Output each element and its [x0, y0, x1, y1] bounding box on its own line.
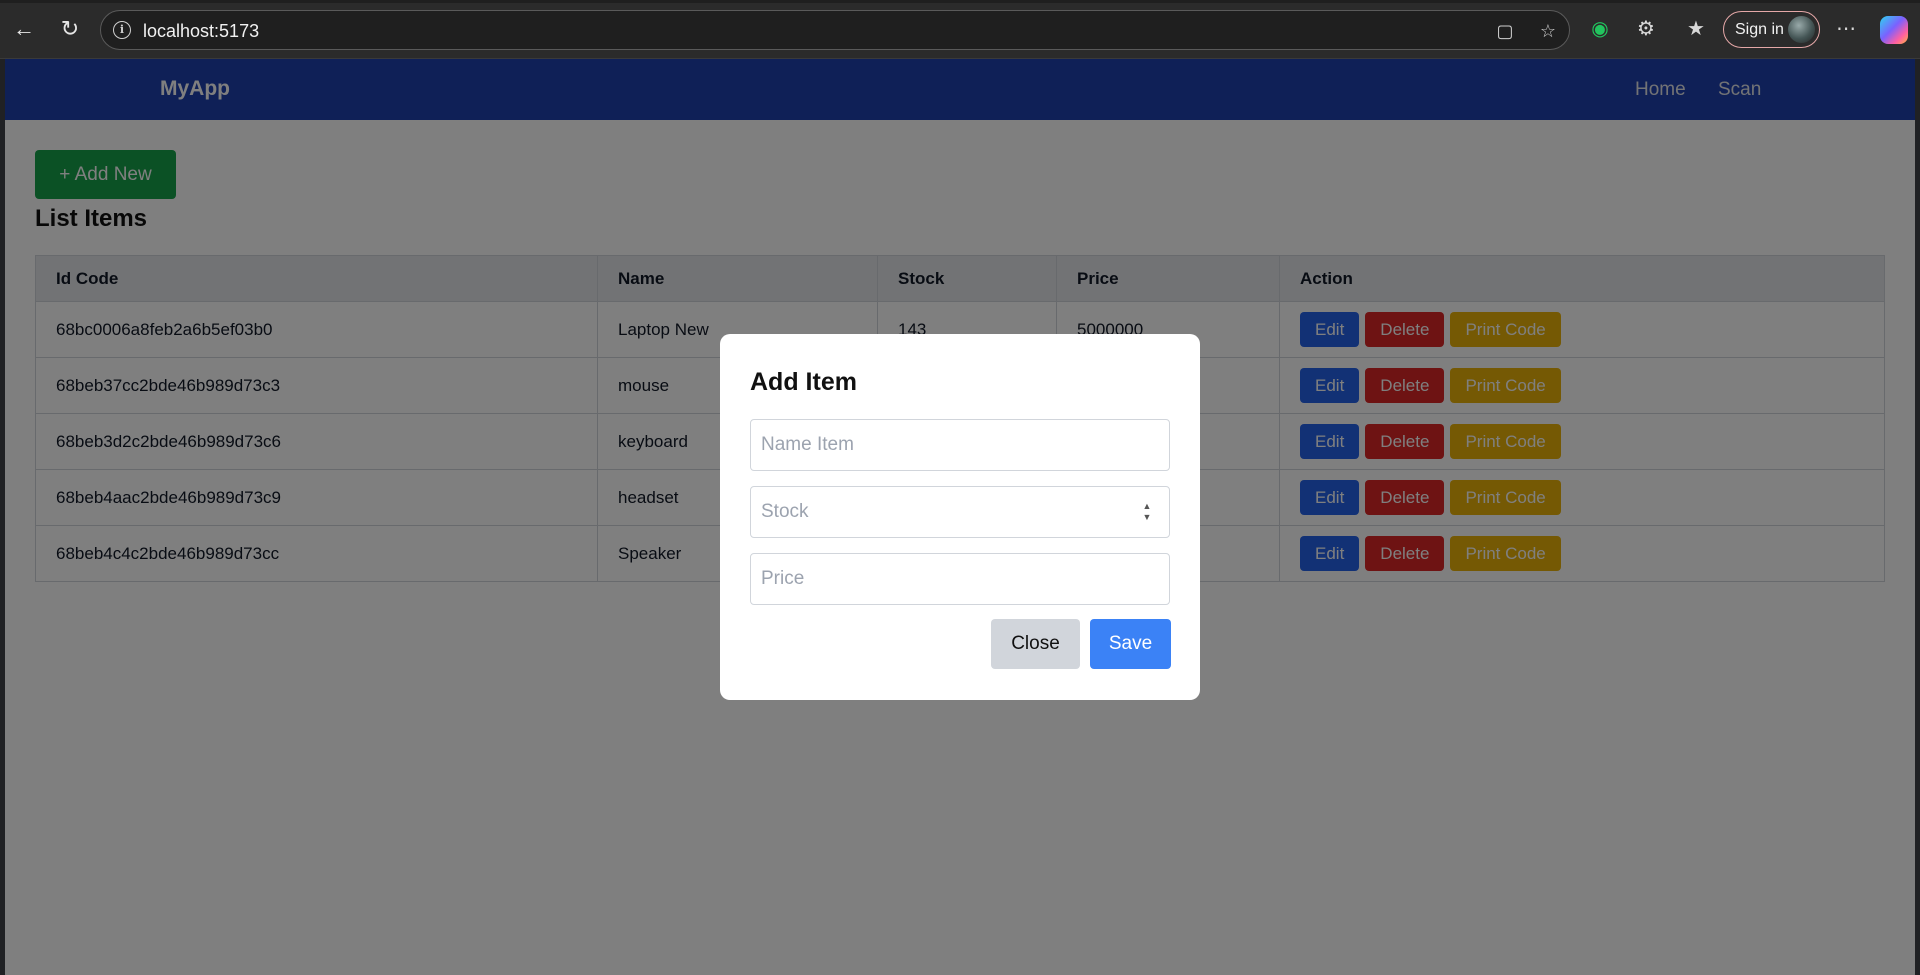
- modal-title: Add Item: [750, 368, 857, 396]
- back-icon[interactable]: ←: [10, 15, 38, 43]
- add-item-modal: Add Item ▲▼ Close Save: [720, 334, 1200, 700]
- name-item-input[interactable]: [750, 419, 1170, 471]
- avatar: [1788, 16, 1815, 43]
- save-button[interactable]: Save: [1090, 619, 1171, 669]
- address-bar[interactable]: i localhost:5173 ▢ ☆: [100, 10, 1570, 50]
- price-input[interactable]: [750, 553, 1170, 605]
- reload-icon[interactable]: ↻: [56, 15, 84, 43]
- eye-extension-icon[interactable]: ◉: [1587, 16, 1613, 42]
- copilot-icon[interactable]: [1880, 16, 1908, 44]
- favorite-star-icon[interactable]: ☆: [1537, 20, 1559, 42]
- more-menu-icon[interactable]: ⋯: [1833, 16, 1859, 42]
- stock-field-wrapper: ▲▼: [720, 486, 1200, 538]
- favorites-icon[interactable]: ★: [1683, 16, 1709, 42]
- stock-input[interactable]: [750, 486, 1170, 538]
- stock-stepper-icon[interactable]: ▲ ▼: [1140, 501, 1154, 523]
- site-info-icon[interactable]: i: [113, 21, 131, 39]
- sign-in-button[interactable]: Sign in: [1723, 11, 1820, 48]
- camera-icon[interactable]: ▢: [1494, 20, 1516, 42]
- sign-in-label: Sign in: [1735, 21, 1784, 38]
- extensions-icon[interactable]: ⚙: [1633, 16, 1659, 42]
- url-text[interactable]: localhost:5173: [143, 21, 259, 42]
- browser-toolbar: ← ↻ i localhost:5173 ▢ ☆ ◉ ⚙ ★ Sign in ⋯: [0, 0, 1920, 59]
- close-button[interactable]: Close: [991, 619, 1080, 669]
- tab-strip: [0, 0, 1920, 3]
- app-viewport: MyApp Home Scan + Add New List Items Id …: [5, 59, 1915, 975]
